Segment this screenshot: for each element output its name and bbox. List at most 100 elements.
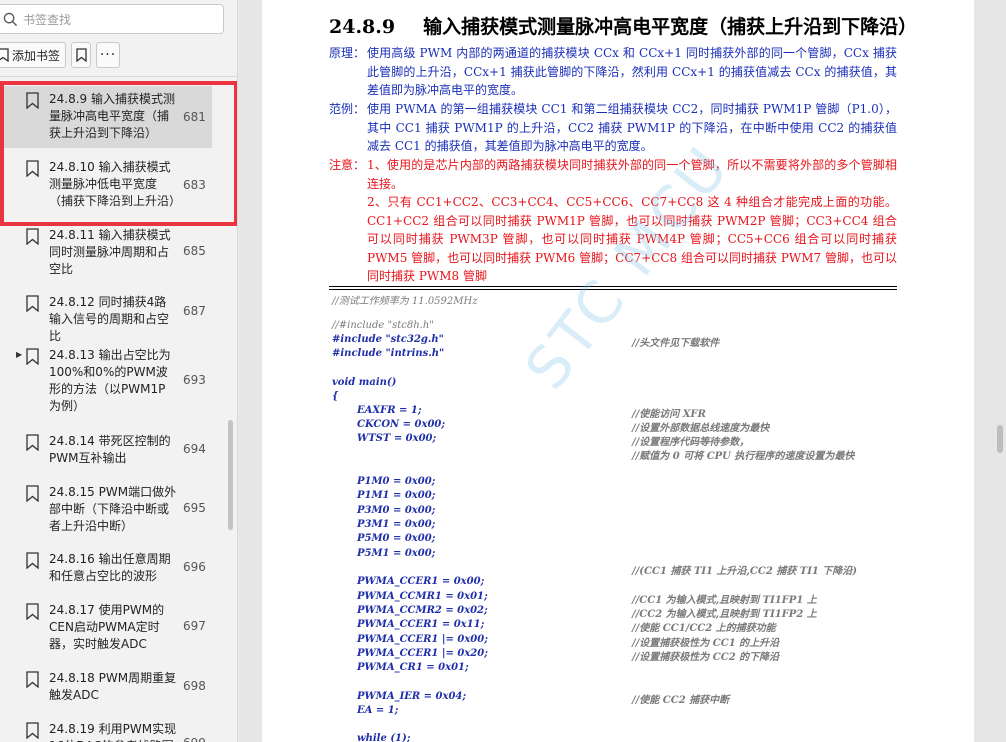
code-comment: //设置外部数据总线速度为最快 xyxy=(632,423,770,434)
bookmark-label: 24.8.18 PWM周期重复触发ADC xyxy=(49,671,177,702)
code-line: PWMA_CR1 = 0x01; xyxy=(357,662,469,673)
code-comment: //使能 CC1/CC2 上的捕获功能 xyxy=(632,623,776,634)
bookmark-icon xyxy=(26,295,39,312)
code-line: PWMA_CCER1 |= 0x20; xyxy=(357,648,488,659)
code-line: //测试工作频率为 11.0592MHz xyxy=(332,296,478,307)
example-paragraph: 范例： 使用 PWMA 的第一组捕获模块 CC1 和第二组捕获模块 CC2，同时… xyxy=(329,100,897,156)
bookmark-item[interactable]: 24.8.10 输入捕获模式测量脉冲低电平宽度（捕获下降沿到上升沿） 683 xyxy=(0,154,212,216)
bookmark-page-number: 693 xyxy=(183,373,206,387)
code-line: while (1); xyxy=(357,733,411,742)
code-line: PWMA_CCMR1 = 0x01; xyxy=(357,591,488,602)
bookmark-icon xyxy=(26,348,39,365)
bookmark-item[interactable]: 24.8.17 使用PWM的CEN启动PWMA定时器，实时触发ADC 697 xyxy=(0,597,212,657)
bookmark-item[interactable]: 24.8.19 利用PWM实现16位DAC的参考线路图 699 xyxy=(0,716,212,742)
section-title: 输入捕获模式测量脉冲高电平宽度（捕获上升沿到下降沿） xyxy=(423,16,918,38)
bookmark-label: 24.8.12 同时捕获4路输入信号的周期和占空比 xyxy=(49,295,170,343)
code-line: #include "stc32g.h" xyxy=(332,334,444,345)
code-line: EA = 1; xyxy=(357,705,399,716)
add-bookmark-icon xyxy=(0,48,9,62)
note-text-1: 1、使用的是芯片内部的两路捕获模块同时捕获外部的同一个管脚，所以不需要将外部的多… xyxy=(367,158,897,191)
code-line: PWMA_IER = 0x04; xyxy=(357,691,467,702)
bookmark-page-number: 697 xyxy=(183,619,206,633)
expand-caret-icon[interactable]: ▶ xyxy=(16,350,22,359)
bookmark-page-number: 699 xyxy=(183,736,206,742)
bookmark-label: 24.8.10 输入捕获模式测量脉冲低电平宽度（捕获下降沿到上升沿） xyxy=(49,160,182,208)
code-line: P3M0 = 0x00; xyxy=(357,505,436,516)
bookmark-page-number: 683 xyxy=(183,178,206,192)
code-line: #include "intrins.h" xyxy=(332,348,445,359)
pdf-reader-window: 添加书签 ··· 24.8.9 输入捕获模式测量脉冲高电平宽度（捕获上升沿到下降… xyxy=(0,0,1006,742)
code-line: P5M0 = 0x00; xyxy=(357,533,436,544)
bookmark-icon xyxy=(26,485,39,502)
bookmark-page-number: 687 xyxy=(183,304,206,318)
principle-paragraph: 原理： 使用高级 PWM 内部的两通道的捕获模块 CCx 和 CCx+1 同时捕… xyxy=(329,44,897,100)
code-line: WTST = 0x00; xyxy=(357,433,437,444)
bookmark-toggle-button[interactable] xyxy=(71,42,91,68)
code-line: PWMA_CCER1 = 0x00; xyxy=(357,576,485,587)
bookmark-icon xyxy=(26,228,39,245)
code-line: { xyxy=(332,391,339,402)
bookmark-label: 24.8.16 输出任意周期和任意占空比的波形 xyxy=(49,552,171,583)
section-number: 24.8.9 xyxy=(329,16,396,38)
code-comment: //赋值为 0 可将 CPU 执行程序的速度设置为最快 xyxy=(632,451,855,462)
bookmark-icon xyxy=(26,722,39,739)
bookmark-item[interactable]: 24.8.15 PWM端口做外部中断（下降沿中断或者上升沿中断） 695 xyxy=(0,479,212,539)
code-comment: //(CC1 捕获 TI1 上升沿,CC2 捕获 TI1 下降沿) xyxy=(632,566,858,577)
code-line: PWMA_CCMR2 = 0x02; xyxy=(357,605,488,616)
bookmark-item[interactable]: 24.8.11 输入捕获模式同时测量脉冲周期和占空比 685 xyxy=(0,222,212,282)
bookmark-icon xyxy=(26,603,39,620)
bookmark-label: 24.8.19 利用PWM实现16位DAC的参考线路图 xyxy=(49,722,177,742)
bookmark-page-number: 695 xyxy=(183,501,206,515)
bookmark-page-number: 694 xyxy=(183,442,206,456)
bookmark-page-number: 681 xyxy=(183,110,206,124)
bookmark-page-number: 685 xyxy=(183,244,206,258)
code-line: P1M1 = 0x00; xyxy=(357,490,436,501)
code-line: CKCON = 0x00; xyxy=(357,419,446,430)
section-heading: 24.8.9 输入捕获模式测量脉冲高电平宽度（捕获上升沿到下降沿） xyxy=(329,12,917,39)
bookmark-label: 24.8.11 输入捕获模式同时测量脉冲周期和占空比 xyxy=(49,228,171,276)
example-tag: 范例： xyxy=(329,102,366,116)
code-comment: //使能 CC2 捕获中断 xyxy=(632,695,730,706)
document-viewport: 24.8.9 输入捕获模式测量脉冲高电平宽度（捕获上升沿到下降沿） 原理： 使用高… xyxy=(239,0,1006,742)
note-tag: 注意： xyxy=(329,158,366,172)
bookmark-item[interactable]: 24.8.12 同时捕获4路输入信号的周期和占空比 687 xyxy=(0,289,212,343)
bookmark-item[interactable]: 24.8.14 带死区控制的PWM互补输出 694 xyxy=(0,428,212,472)
bookmark-icon xyxy=(26,434,39,451)
bookmark-label: 24.8.9 输入捕获模式测量脉冲高电平宽度（捕获上升沿到下降沿） xyxy=(49,92,175,140)
bookmark-search-box[interactable] xyxy=(0,4,224,34)
code-comment: //设置程序代码等待参数， xyxy=(632,437,750,448)
bookmark-item[interactable]: 24.8.16 输出任意周期和任意占空比的波形 696 xyxy=(0,546,212,590)
bookmark-page-number: 698 xyxy=(183,679,206,693)
sidebar-divider xyxy=(0,76,237,77)
sidebar-scrollbar[interactable] xyxy=(228,420,233,530)
code-line: P5M1 = 0x00; xyxy=(357,548,436,559)
bookmark-sidebar: 添加书签 ··· 24.8.9 输入捕获模式测量脉冲高电平宽度（捕获上升沿到下降… xyxy=(0,0,238,742)
bookmark-icon xyxy=(26,671,39,688)
code-line: P1M0 = 0x00; xyxy=(357,476,436,487)
bookmark-item[interactable]: 24.8.9 输入捕获模式测量脉冲高电平宽度（捕获上升沿到下降沿） 681 xyxy=(0,86,212,148)
bookmark-item[interactable]: ▶ 24.8.13 输出占空比为100%和0%的PWM波形的方法（以PWM1P为… xyxy=(0,342,212,420)
principle-tag: 原理： xyxy=(329,46,366,60)
code-line: EAXFR = 1; xyxy=(357,405,422,416)
code-line: PWMA_CCER1 |= 0x00; xyxy=(357,634,488,645)
bookmark-icon xyxy=(26,92,39,109)
bookmark-item[interactable]: 24.8.18 PWM周期重复触发ADC 698 xyxy=(0,665,212,709)
document-scrollbar[interactable] xyxy=(997,425,1003,453)
code-line: void main() xyxy=(332,377,397,388)
bookmark-label: 24.8.15 PWM端口做外部中断（下降沿中断或者上升沿中断） xyxy=(49,485,177,533)
bookmark-search-input[interactable] xyxy=(23,10,213,30)
add-bookmark-label: 添加书签 xyxy=(11,48,60,63)
bookmark-icon xyxy=(75,48,87,62)
bookmark-icon xyxy=(26,160,39,177)
more-options-button[interactable]: ··· xyxy=(96,42,120,68)
code-line: //#include "stc8h.h" xyxy=(332,320,434,331)
code-comment: //CC2 为输入模式,且映射到 TI1FP2 上 xyxy=(632,609,817,620)
code-comment: //CC1 为输入模式,且映射到 TI1FP1 上 xyxy=(632,595,817,606)
bookmark-label: 24.8.13 输出占空比为100%和0%的PWM波形的方法（以PWM1P为例） xyxy=(49,348,171,413)
example-text: 使用 PWMA 的第一组捕获模块 CC1 和第二组捕获模块 CC2，同时捕获 P… xyxy=(367,102,897,153)
document-page: 24.8.9 输入捕获模式测量脉冲高电平宽度（捕获上升沿到下降沿） 原理： 使用高… xyxy=(262,0,974,742)
add-bookmark-button[interactable]: 添加书签 xyxy=(0,42,66,68)
code-comment: //设置捕获极性为 CC2 的下降沿 xyxy=(632,652,780,663)
search-icon xyxy=(3,12,18,27)
code-comment: //头文件见下载软件 xyxy=(632,338,720,349)
